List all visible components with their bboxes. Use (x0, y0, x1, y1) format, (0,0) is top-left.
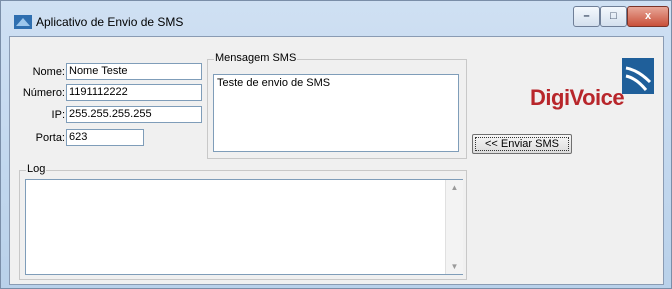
client-area: Nome: Nome Teste Número: 1191112222 IP: … (9, 36, 664, 285)
message-textarea[interactable]: Teste de envio de SMS (213, 74, 459, 152)
log-scrollbar[interactable]: ▲ ▼ (445, 180, 463, 274)
log-group: Log ▲ ▼ (19, 163, 467, 280)
message-group-label: Mensagem SMS (214, 52, 298, 64)
close-button[interactable]: x (627, 6, 669, 27)
digivoice-logo-text: DigiVoice (530, 85, 625, 110)
maximize-button[interactable]: □ (600, 6, 627, 27)
ip-label: IP: (51, 109, 65, 121)
scroll-down-arrow-icon[interactable]: ▼ (446, 262, 463, 271)
numero-label: Número: (22, 87, 65, 99)
numero-field[interactable]: 1191112222 (66, 84, 202, 101)
porta-field[interactable]: 623 (66, 129, 144, 146)
title-bar[interactable]: Aplicativo de Envio de SMS – □ x (1, 1, 671, 37)
log-textarea[interactable] (25, 179, 463, 275)
app-icon (14, 15, 32, 29)
send-sms-button[interactable]: << Enviar SMS (472, 134, 572, 154)
app-window: Aplicativo de Envio de SMS – □ x Nome: N… (0, 0, 672, 289)
send-sms-button-label: << Enviar SMS (475, 137, 569, 151)
digivoice-logo-mark (622, 58, 654, 94)
message-group: Mensagem SMS Teste de envio de SMS (207, 52, 467, 159)
ip-field[interactable]: 255.255.255.255 (66, 106, 202, 123)
scroll-up-arrow-icon[interactable]: ▲ (446, 183, 463, 192)
maximize-icon: □ (610, 10, 617, 22)
nome-label: Nome: (32, 66, 65, 78)
log-group-label: Log (26, 163, 47, 175)
window-title: Aplicativo de Envio de SMS (36, 15, 184, 29)
close-icon: x (644, 10, 652, 22)
nome-field[interactable]: Nome Teste (66, 63, 202, 80)
minimize-button[interactable]: – (573, 6, 600, 27)
minimize-icon: – (583, 10, 590, 22)
porta-label: Porta: (35, 132, 65, 144)
